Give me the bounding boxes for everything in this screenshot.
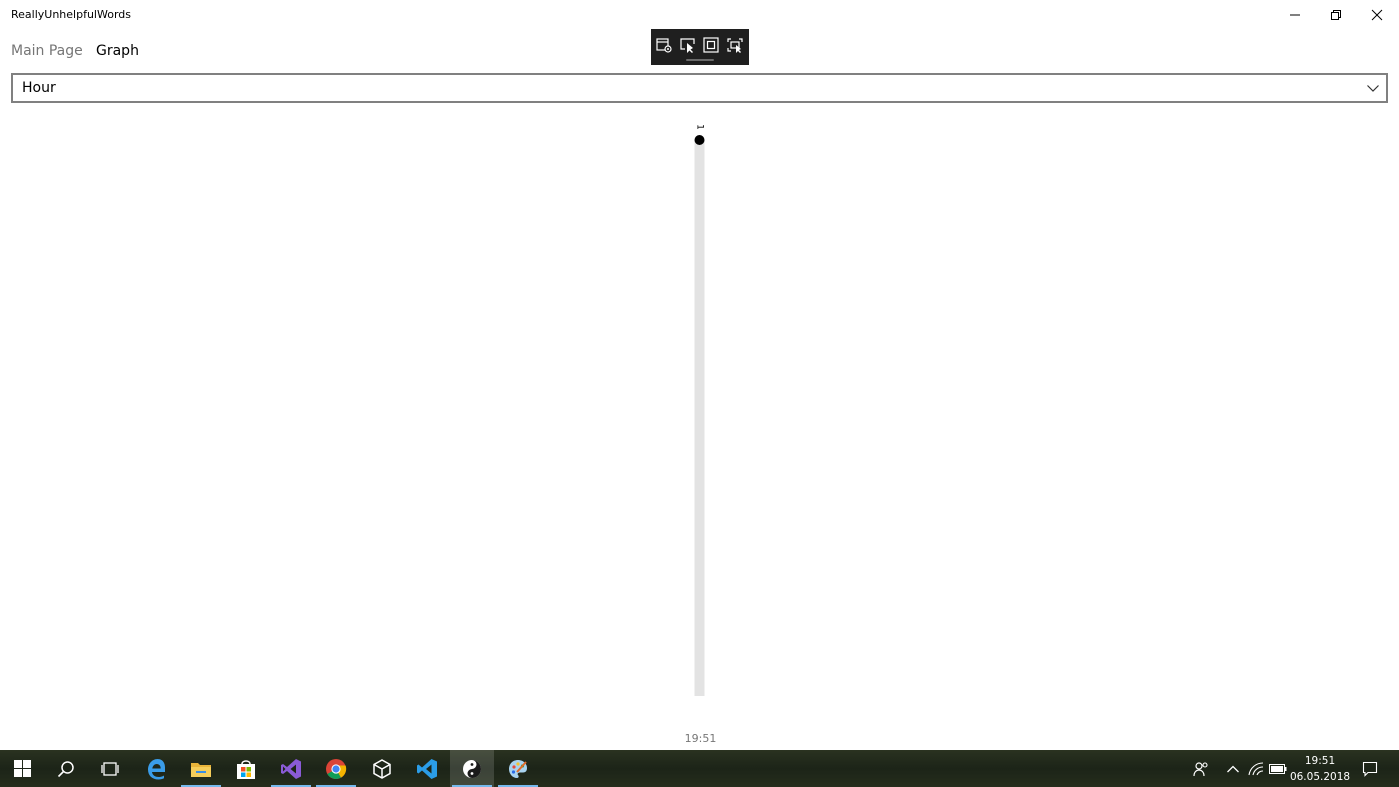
clock-time: 19:51 (1304, 755, 1336, 767)
taskbar-app-yin-yang[interactable] (450, 750, 494, 787)
nav-item-main-page[interactable]: Main Page (11, 43, 83, 59)
nav-item-graph[interactable]: Graph (96, 43, 139, 59)
debug-toolbar (651, 29, 749, 65)
restore-button[interactable] (1313, 0, 1359, 30)
taskbar-app-visual-studio[interactable] (269, 750, 313, 787)
close-button[interactable] (1354, 0, 1399, 30)
taskbar-search-button[interactable] (44, 750, 88, 787)
people-icon (1193, 761, 1208, 776)
display-layout-adorners-icon[interactable] (702, 36, 720, 54)
visual-studio-icon (281, 758, 301, 779)
restore-icon (1331, 10, 1341, 20)
search-icon (57, 760, 74, 777)
file-explorer-icon (191, 762, 211, 777)
edge-icon (148, 758, 165, 779)
unity-icon (373, 758, 391, 779)
period-selected-value: Hour (22, 80, 56, 96)
title-bar: ReallyUnhelpfulWords (0, 0, 1399, 30)
yin-yang-app-icon (463, 759, 481, 778)
close-icon (1371, 9, 1383, 21)
taskbar-app-paint[interactable] (496, 750, 540, 787)
people-button[interactable] (1189, 750, 1213, 787)
chart-x-tick-label: 19:51 (685, 732, 717, 745)
action-center-button[interactable] (1357, 750, 1383, 787)
taskbar-app-chrome[interactable] (314, 750, 358, 787)
start-button[interactable] (0, 750, 44, 787)
taskbar-app-vscode[interactable] (405, 750, 449, 787)
period-combobox[interactable]: Hour (11, 73, 1388, 103)
chevron-down-icon (1367, 85, 1379, 92)
chrome-icon (326, 758, 347, 779)
window-title: ReallyUnhelpfulWords (11, 8, 131, 21)
taskbar-app-file-explorer[interactable] (179, 750, 223, 787)
minimize-icon (1290, 14, 1300, 16)
track-focused-element-icon[interactable] (726, 36, 744, 54)
chart-data-label: 1 (695, 124, 705, 130)
chart-bar (694, 140, 705, 696)
windows-start-icon (13, 760, 31, 777)
task-view-button[interactable] (88, 750, 132, 787)
network-button[interactable] (1245, 750, 1267, 787)
chart-point (694, 135, 705, 145)
taskbar-app-unity[interactable] (360, 750, 404, 787)
live-visual-tree-icon[interactable] (655, 36, 673, 54)
minimize-button[interactable] (1272, 0, 1318, 30)
taskbar: 19:51 06.05.2018 (0, 750, 1399, 787)
taskbar-clock[interactable]: 19:51 06.05.2018 (1287, 753, 1353, 785)
vscode-icon (417, 758, 437, 779)
battery-icon (1269, 763, 1287, 774)
wifi-icon (1248, 761, 1264, 775)
chevron-up-icon (1227, 765, 1239, 772)
show-hidden-icons-button[interactable] (1222, 750, 1244, 787)
task-view-icon (101, 761, 119, 776)
clock-date: 06.05.2018 (1289, 771, 1351, 783)
battery-button[interactable] (1267, 750, 1289, 787)
select-element-icon[interactable] (679, 36, 697, 54)
paint-app-icon (509, 759, 527, 778)
taskbar-app-store[interactable] (224, 750, 268, 787)
graph-chart: 1 19:51 (685, 124, 717, 745)
notification-icon (1362, 761, 1378, 777)
taskbar-app-edge[interactable] (134, 750, 178, 787)
store-icon (237, 759, 255, 779)
toolbar-grip[interactable] (686, 59, 714, 61)
